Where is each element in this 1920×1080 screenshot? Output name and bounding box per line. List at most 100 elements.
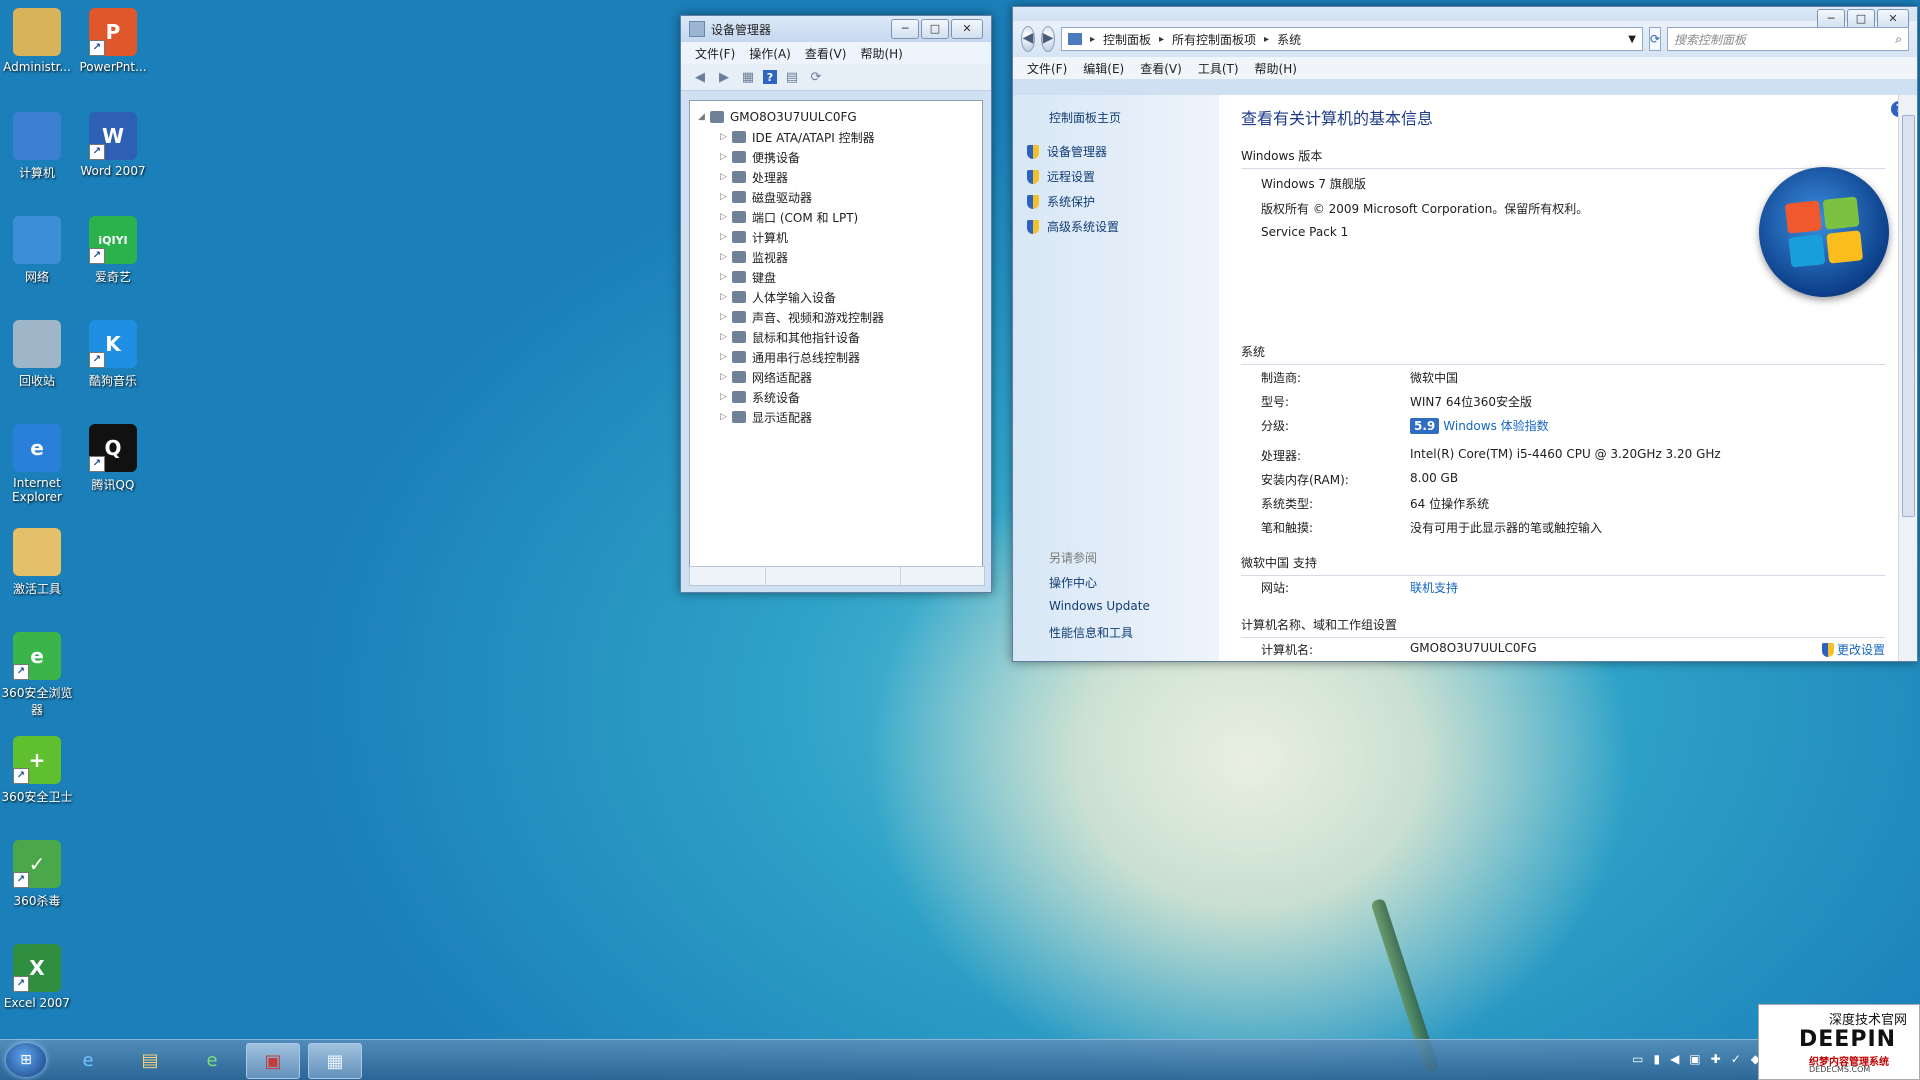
performance-info-link[interactable]: 性能信息和工具 [1049,624,1133,641]
device-category-item[interactable]: ▷ 处理器 [690,167,982,187]
network-icon[interactable]: ▣ [1689,1052,1700,1066]
back-button[interactable]: ◀ [1021,26,1035,52]
breadcrumb-separator-icon[interactable]: ▸ [1090,34,1095,45]
desktop-icon-user-folder[interactable]: Administr... [0,8,77,74]
device-category-item[interactable]: ▷ 人体学输入设备 [690,287,982,307]
volume-icon[interactable]: ◀ [1670,1052,1679,1066]
system-protection-link[interactable]: 系统保护 [1027,193,1095,210]
menu-action[interactable]: 操作(A) [749,45,791,62]
minimize-button[interactable]: ─ [891,19,919,39]
desktop-icon-excel[interactable]: X ↗ Excel 2007 [0,944,77,1010]
expand-arrow-icon[interactable]: ▷ [720,132,732,142]
device-category-item[interactable]: ▷ 键盘 [690,267,982,287]
address-bar[interactable]: ▸ 控制面板 ▸ 所有控制面板项 ▸ 系统 ▼ [1060,27,1643,51]
minimize-button[interactable]: ─ [1817,9,1845,29]
device-category-item[interactable]: ▷ 便携设备 [690,147,982,167]
desktop-icon-antivirus-360[interactable]: ✓ ↗ 360杀毒 [0,840,77,909]
close-button[interactable]: ✕ [1877,9,1909,29]
system-control-panel-window[interactable]: ─ □ ✕ ◀ ▶ ▸ 控制面板 ▸ 所有控制面板项 ▸ 系统 ▼ ⟳ 搜索控制… [1012,6,1918,662]
taskbar-control-panel-icon[interactable]: ▦ [308,1043,362,1079]
taskbar-ie-icon[interactable]: e [62,1043,114,1077]
menu-tools[interactable]: 工具(T) [1198,60,1239,77]
desktop-icon-network[interactable]: 网络 [0,216,77,285]
expand-arrow-icon[interactable]: ▷ [720,412,732,422]
maximize-button[interactable]: □ [1847,9,1875,29]
breadcrumb-separator-icon[interactable]: ▸ [1159,34,1164,45]
expand-arrow-icon[interactable]: ▷ [720,292,732,302]
dropdown-arrow-icon[interactable]: ▼ [1628,34,1636,45]
properties-icon[interactable]: ▤ [783,69,801,85]
back-arrow-icon[interactable]: ◀ [691,69,709,85]
desktop-icon-browser-360[interactable]: e ↗ 360安全浏览器 [0,632,77,718]
search-input[interactable]: 搜索控制面板 ⌕ [1667,27,1909,51]
desktop-icon-qq[interactable]: Q ↗ 腾讯QQ [73,424,153,493]
keyboard-icon[interactable]: ▭ [1632,1052,1643,1066]
desktop-icon-security-360[interactable]: + ↗ 360安全卫士 [0,736,77,805]
scrollbar-thumb[interactable] [1902,115,1915,517]
remote-settings-link[interactable]: 远程设置 [1027,168,1095,185]
desktop-icon-computer[interactable]: 计算机 [0,112,77,181]
collapse-arrow-icon[interactable]: ◢ [698,112,710,122]
forward-button[interactable]: ▶ [1040,26,1055,52]
windows-update-link[interactable]: Windows Update [1049,599,1150,613]
expand-arrow-icon[interactable]: ▷ [720,152,732,162]
breadcrumb-separator-icon[interactable]: ▸ [1264,34,1269,45]
desktop-icon-powerpoint[interactable]: P ↗ PowerPnt... [73,8,153,74]
breadcrumb-system[interactable]: 系统 [1277,31,1301,48]
device-tree[interactable]: ◢ GMO8O3U7UULC0FG ▷ IDE ATA/ATAPI 控制器 ▷ 便携设… [689,100,983,572]
device-category-item[interactable]: ▷ 端口 (COM 和 LPT) [690,207,982,227]
expand-arrow-icon[interactable]: ▷ [720,212,732,222]
desktop-icon-ie[interactable]: e Internet Explorer [0,424,77,504]
taskbar-toolbox-icon[interactable]: ▣ [246,1043,300,1079]
desktop-icon-iqiyi[interactable]: iQIYI ↗ 爱奇艺 [73,216,153,285]
expand-arrow-icon[interactable]: ▷ [720,312,732,322]
scan-hardware-icon[interactable]: ⟳ [807,69,825,85]
system-titlebar[interactable]: ─ □ ✕ [1013,7,1917,29]
device-manager-link[interactable]: 设备管理器 [1027,143,1107,160]
expand-arrow-icon[interactable]: ▷ [720,172,732,182]
desktop-icon-folder[interactable]: 激活工具 [0,528,77,597]
desktop-icon-word[interactable]: W ↗ Word 2007 [73,112,153,178]
device-category-item[interactable]: ▷ 计算机 [690,227,982,247]
expand-arrow-icon[interactable]: ▷ [720,232,732,242]
vertical-scrollbar[interactable] [1898,95,1917,661]
menu-edit[interactable]: 编辑(E) [1083,60,1124,77]
device-category-item[interactable]: ▷ 声音、视频和游戏控制器 [690,307,982,327]
device-category-item[interactable]: ▷ 通用串行总线控制器 [690,347,982,367]
menu-file[interactable]: 文件(F) [1027,60,1067,77]
close-button[interactable]: ✕ [951,19,983,39]
device-category-item[interactable]: ▷ 监视器 [690,247,982,267]
experience-index-link[interactable]: 5.9 Windows 体验指数 [1410,417,1549,434]
show-hide-tree-icon[interactable]: ▦ [739,69,757,85]
forward-arrow-icon[interactable]: ▶ [715,69,733,85]
menu-view[interactable]: 查看(V) [1140,60,1182,77]
expand-arrow-icon[interactable]: ▷ [720,192,732,202]
menu-help[interactable]: 帮助(H) [1255,60,1297,77]
antivirus-tray-icon[interactable]: ✓ [1731,1052,1741,1066]
expand-arrow-icon[interactable]: ▷ [720,252,732,262]
device-category-item[interactable]: ▷ 系统设备 [690,387,982,407]
device-category-item[interactable]: ▷ 磁盘驱动器 [690,187,982,207]
device-category-item[interactable]: ▷ 鼠标和其他指针设备 [690,327,982,347]
expand-arrow-icon[interactable]: ▷ [720,332,732,342]
online-support-link[interactable]: 联机支持 [1410,579,1458,596]
expand-arrow-icon[interactable]: ▷ [720,392,732,402]
menu-help[interactable]: 帮助(H) [860,45,902,62]
battery-icon[interactable]: ▮ [1653,1052,1660,1066]
taskbar-360-browser-icon[interactable]: e [186,1043,238,1077]
device-manager-window[interactable]: 设备管理器 ─ □ ✕ 文件(F) 操作(A) 查看(V) 帮助(H) ◀ ▶ … [680,15,992,593]
breadcrumb-control-panel[interactable]: 控制面板 [1103,31,1151,48]
taskbar-explorer-icon[interactable]: ▤ [124,1043,176,1077]
help-icon[interactable]: ? [763,70,777,84]
device-category-item[interactable]: ▷ 显示适配器 [690,407,982,427]
change-settings-link[interactable]: 更改设置 [1821,641,1885,658]
breadcrumb-all-items[interactable]: 所有控制面板项 [1172,31,1256,48]
expand-arrow-icon[interactable]: ▷ [720,372,732,382]
action-center-link[interactable]: 操作中心 [1049,574,1097,591]
expand-arrow-icon[interactable]: ▷ [720,352,732,362]
expand-arrow-icon[interactable]: ▷ [720,272,732,282]
menu-view[interactable]: 查看(V) [805,45,847,62]
search-icon[interactable]: ⌕ [1895,32,1902,47]
refresh-button[interactable]: ⟳ [1648,27,1661,51]
desktop-icon-kugou[interactable]: K ↗ 酷狗音乐 [73,320,153,389]
